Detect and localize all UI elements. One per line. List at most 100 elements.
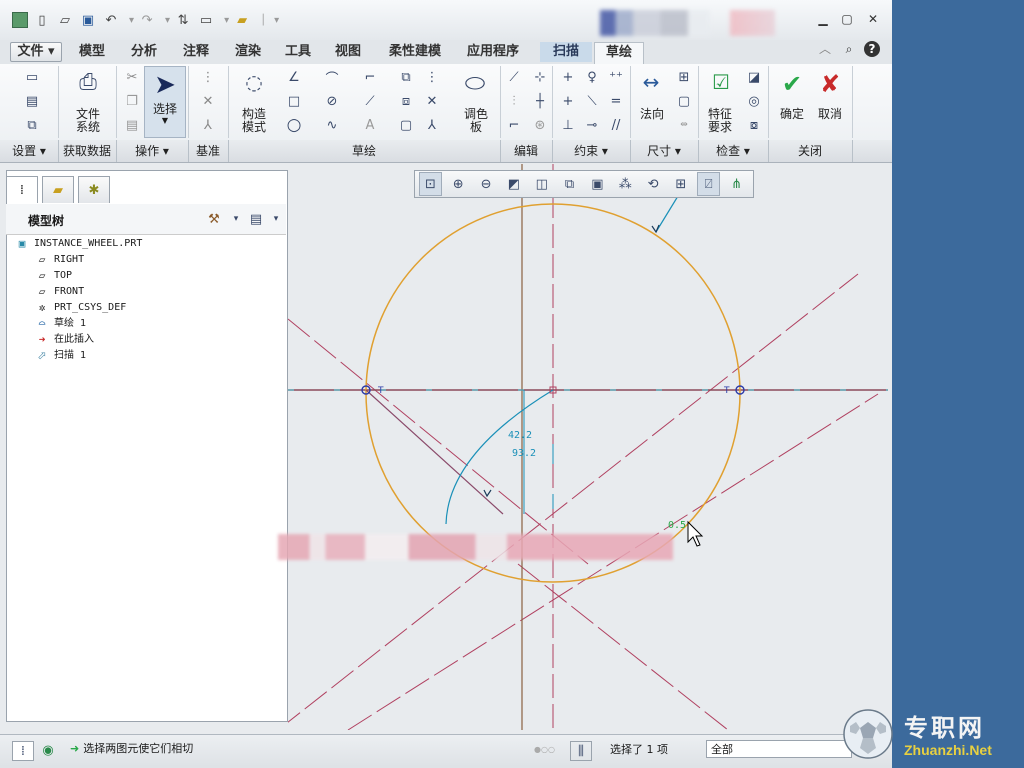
divide-icon[interactable]: ⌐: [504, 116, 524, 134]
tree-item-part[interactable]: ▣ INSTANCE_WHEEL.PRT: [14, 236, 143, 252]
regenerate-icon[interactable]: ⇅: [174, 11, 192, 29]
show-browser-icon[interactable]: ◉: [38, 741, 58, 759]
spline-icon[interactable]: ∿: [322, 116, 342, 134]
centerline-icon[interactable]: ⋮: [198, 68, 218, 86]
tab-view[interactable]: 视图: [326, 42, 370, 62]
delete-segment-icon[interactable]: ⊹: [530, 68, 550, 86]
annotation-display-icon[interactable]: ⊞: [669, 172, 692, 196]
references-icon[interactable]: ▤: [22, 92, 42, 110]
help-icon[interactable]: ?: [864, 41, 880, 57]
shade-closed-loops-icon[interactable]: ⧇: [744, 116, 764, 134]
palette-button[interactable]: 调色 板: [456, 108, 496, 134]
group-constraints[interactable]: 约束 ▾: [552, 140, 631, 162]
sketcher-display-icon[interactable]: ⋔: [725, 172, 748, 196]
file-system-button[interactable]: 文件 系统: [68, 108, 108, 134]
equal-constraint-icon[interactable]: =: [606, 92, 626, 110]
tree-item-top[interactable]: ▱ TOP: [14, 268, 142, 284]
selection-filter-select[interactable]: 全部: [706, 740, 852, 758]
perpendicular-constraint-icon[interactable]: ⊥: [558, 116, 578, 134]
copy-icon[interactable]: ❐: [122, 92, 142, 110]
tree-settings-icon[interactable]: ⚒: [204, 210, 224, 228]
zoom-out-icon[interactable]: ⊖: [475, 172, 498, 196]
vertical-constraint-icon[interactable]: +: [558, 68, 578, 86]
reference-dim-icon[interactable]: ▢: [674, 92, 694, 110]
tree-item-sweep[interactable]: ⬀ 扫描 1: [14, 348, 142, 364]
group-dimension[interactable]: 尺寸 ▾: [630, 140, 699, 162]
group-operations[interactable]: 操作 ▾: [116, 140, 189, 162]
feature-requirements-button[interactable]: 特征 要求: [700, 108, 740, 134]
datum-display-icon[interactable]: ⁂: [614, 172, 637, 196]
redo-icon[interactable]: ↷: [138, 11, 156, 29]
rotate-resize-icon[interactable]: ⊛: [530, 116, 550, 134]
tree-item-front[interactable]: ▱ FRONT: [14, 284, 142, 300]
cut-icon[interactable]: ✂: [122, 68, 142, 86]
sketch-csys-icon[interactable]: ⅄: [422, 116, 442, 134]
group-settings[interactable]: 设置 ▾: [0, 140, 59, 162]
corner-icon[interactable]: ┼: [530, 92, 550, 110]
highlight-open-ends-icon[interactable]: ◎: [744, 92, 764, 110]
chevron-down-icon[interactable]: ▾: [226, 210, 246, 228]
maximize-icon[interactable]: ▢: [840, 12, 854, 26]
group-inspect[interactable]: 检查 ▾: [698, 140, 769, 162]
tab-sketch[interactable]: 草绘: [594, 42, 644, 65]
minimize-icon[interactable]: ▁: [816, 12, 830, 26]
chevron-down-icon[interactable]: ▾: [266, 210, 286, 228]
construct-mode-button[interactable]: 构造 模式: [234, 108, 274, 134]
mirror-icon[interactable]: ⫶: [504, 92, 524, 110]
selection-filter-icon[interactable]: ⫼: [570, 741, 592, 761]
sketch-canvas[interactable]: T T 42.2 93.2 0.5: [277, 164, 888, 731]
tree-item-right[interactable]: ▱ RIGHT: [14, 252, 142, 268]
offset-icon[interactable]: ⧉: [396, 68, 416, 86]
undo-icon[interactable]: ↶: [102, 11, 120, 29]
construct-mode-icon[interactable]: ◌: [240, 68, 268, 96]
tab-analysis[interactable]: 分析: [122, 42, 166, 62]
window-icon[interactable]: ▭: [197, 11, 215, 29]
symmetric-constraint-icon[interactable]: ⁺⁺: [606, 68, 626, 86]
horizontal-constraint-icon[interactable]: +: [558, 92, 578, 110]
midpoint-constraint-icon[interactable]: ⟍: [582, 92, 602, 110]
tab-flexible-modeling[interactable]: 柔性建模: [380, 42, 450, 62]
dimension-text-1[interactable]: 42.2: [508, 430, 532, 441]
folder-browser-tab-icon[interactable]: ▰: [42, 176, 74, 203]
favorites-tab-icon[interactable]: ✱: [78, 176, 110, 203]
ok-icon[interactable]: ✔: [778, 70, 806, 98]
text-icon[interactable]: A: [360, 116, 380, 134]
line-icon[interactable]: ∠: [284, 68, 304, 86]
sketch-setup-icon[interactable]: ▭: [22, 68, 42, 86]
perimeter-icon[interactable]: ⊞: [674, 68, 694, 86]
tangent-constraint-icon[interactable]: ♀: [582, 68, 602, 86]
normal-dimension-icon[interactable]: ↔: [636, 68, 666, 96]
tab-sweep[interactable]: 扫描: [540, 42, 592, 62]
project-icon[interactable]: ▢: [396, 116, 416, 134]
centerline-tool-icon[interactable]: ⋮: [422, 68, 442, 86]
sketch-view-toggle-icon[interactable]: ⍁: [697, 172, 721, 196]
coincident-constraint-icon[interactable]: ⊸: [582, 116, 602, 134]
feature-requirements-icon[interactable]: ☑: [706, 68, 736, 96]
tree-item-insert-here[interactable]: ➜ 在此插入: [14, 332, 142, 348]
refit-icon[interactable]: ⊡: [419, 172, 442, 196]
model-tree-tab-icon[interactable]: ⁞: [6, 176, 38, 203]
spin-center-icon[interactable]: ⟲: [642, 172, 665, 196]
show-navigator-icon[interactable]: ⁞: [12, 741, 34, 761]
graphics-area[interactable]: T T 42.2 93.2 0.5: [277, 164, 888, 731]
tab-tools[interactable]: 工具: [276, 42, 320, 62]
baseline-icon[interactable]: ⇹: [674, 116, 694, 134]
display-style-icon[interactable]: ◫: [530, 172, 553, 196]
select-button[interactable]: ➤ 选择 ▼: [144, 66, 186, 138]
tab-applications[interactable]: 应用程序: [458, 42, 528, 62]
tab-render[interactable]: 渲染: [226, 42, 270, 62]
tree-item-csys[interactable]: ✲ PRT_CSYS_DEF: [14, 300, 142, 316]
tab-file[interactable]: 文件 ▾: [10, 42, 62, 62]
paste-icon[interactable]: ▤: [122, 116, 142, 134]
tab-annotate[interactable]: 注释: [174, 42, 218, 62]
sketch-point-icon[interactable]: ✕: [422, 92, 442, 110]
chamfer-icon[interactable]: ⟋: [360, 92, 380, 110]
ok-button[interactable]: 确定: [772, 108, 812, 121]
palette-icon[interactable]: ⬭: [460, 68, 490, 98]
sketch-view-icon[interactable]: ⧉: [22, 116, 42, 134]
ellipse-icon[interactable]: ⊘: [322, 92, 342, 110]
cancel-button[interactable]: 取消: [810, 108, 850, 121]
thicken-icon[interactable]: ⧈: [396, 92, 416, 110]
file-system-icon[interactable]: ⎙: [74, 68, 102, 96]
zoom-in-icon[interactable]: ⊕: [447, 172, 470, 196]
